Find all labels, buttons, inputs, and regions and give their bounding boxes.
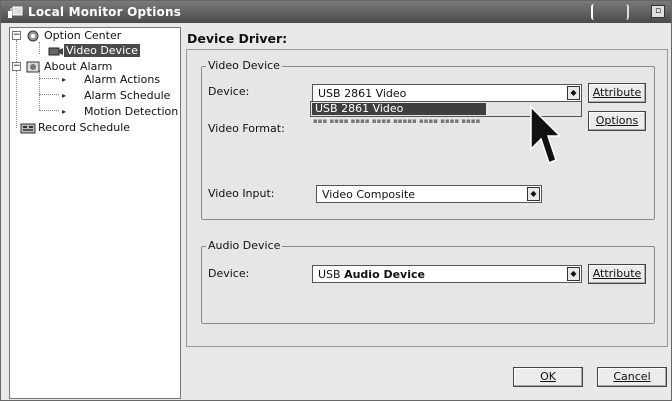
option-center-icon — [27, 30, 39, 42]
dropdown-arrow-icon[interactable]: ◆ — [567, 267, 580, 281]
tree-connector — [39, 70, 40, 110]
tree-item-alarm-actions[interactable]: Alarm Actions — [82, 72, 162, 88]
tree-connector — [39, 42, 40, 54]
video-format-label: Video Format: — [208, 122, 285, 135]
settings-panel: Video Device Device: USB 2861 Video ◆ At… — [186, 49, 668, 347]
app-icon — [8, 6, 23, 18]
bullet-arrow-icon: ▸ — [62, 107, 67, 116]
dropdown-option-usb-2861-video[interactable]: USB 2861 Video — [312, 103, 486, 115]
local-monitor-options-window: Local Monitor Options ▫ − Option Center … — [0, 0, 672, 401]
collapse-about-alarm-toggle[interactable]: − — [12, 62, 21, 71]
tree-connector — [39, 110, 59, 111]
record-schedule-icon — [20, 123, 36, 134]
video-options-button[interactable]: Options — [588, 111, 646, 131]
video-format-value-obscured: ▪▪▪ ▪▪▪▪ ▪▪▪▪ ▪▪▪▪ ▪▪▪▪▪ ▪▪▪▪ ▪▪▪▪ ▪▪▪▪ — [313, 118, 481, 125]
video-device-icon — [48, 47, 63, 56]
video-device-select[interactable]: USB 2861 Video ◆ — [312, 84, 582, 102]
tree-item-motion-detection[interactable]: Motion Detection — [82, 104, 180, 120]
cancel-button[interactable]: Cancel — [597, 367, 667, 387]
tree-connector — [16, 70, 17, 128]
audio-attribute-button[interactable]: Attribute — [588, 264, 646, 284]
tree-connector — [39, 94, 59, 95]
tree-item-alarm-schedule[interactable]: Alarm Schedule — [82, 88, 172, 104]
video-device-group: Video Device Device: USB 2861 Video ◆ At… — [201, 59, 655, 220]
alarm-icon — [26, 61, 40, 73]
ok-button[interactable]: OK — [513, 367, 583, 387]
video-attribute-button[interactable]: Attribute — [588, 83, 646, 103]
tree-item-option-center[interactable]: Option Center — [42, 28, 123, 44]
audio-device-legend: Audio Device — [206, 239, 283, 252]
tree-item-record-schedule[interactable]: Record Schedule — [36, 120, 132, 136]
title-bar: Local Monitor Options ▫ — [1, 1, 671, 23]
mouse-pointer-icon — [530, 105, 561, 165]
options-tree: − Option Center Video Device − About Ala… — [9, 27, 181, 399]
video-device-legend: Video Device — [206, 59, 282, 72]
video-device-label: Device: — [208, 85, 250, 98]
dropdown-arrow-icon[interactable]: ◆ — [567, 86, 580, 100]
bullet-arrow-icon: ▸ — [62, 75, 67, 84]
video-input-select[interactable]: Video Composite ◆ — [316, 185, 542, 203]
page-title: Device Driver: — [187, 31, 288, 46]
collapse-option-center-toggle[interactable]: − — [12, 31, 21, 40]
video-input-label: Video Input: — [208, 187, 275, 200]
audio-device-label: Device: — [208, 267, 250, 280]
window-title: Local Monitor Options — [28, 5, 182, 19]
audio-device-select[interactable]: USB Audio Device ◆ — [312, 265, 582, 283]
tree-item-video-device[interactable]: Video Device — [64, 43, 140, 59]
audio-device-group: Audio Device Device: USB Audio Device ◆ … — [201, 239, 655, 324]
bullet-arrow-icon: ▸ — [62, 91, 67, 100]
maximize-button[interactable]: ▫ — [651, 5, 665, 18]
tree-connector — [39, 78, 59, 79]
title-bar-decoration — [591, 4, 629, 20]
dropdown-arrow-icon[interactable]: ◆ — [527, 187, 540, 201]
